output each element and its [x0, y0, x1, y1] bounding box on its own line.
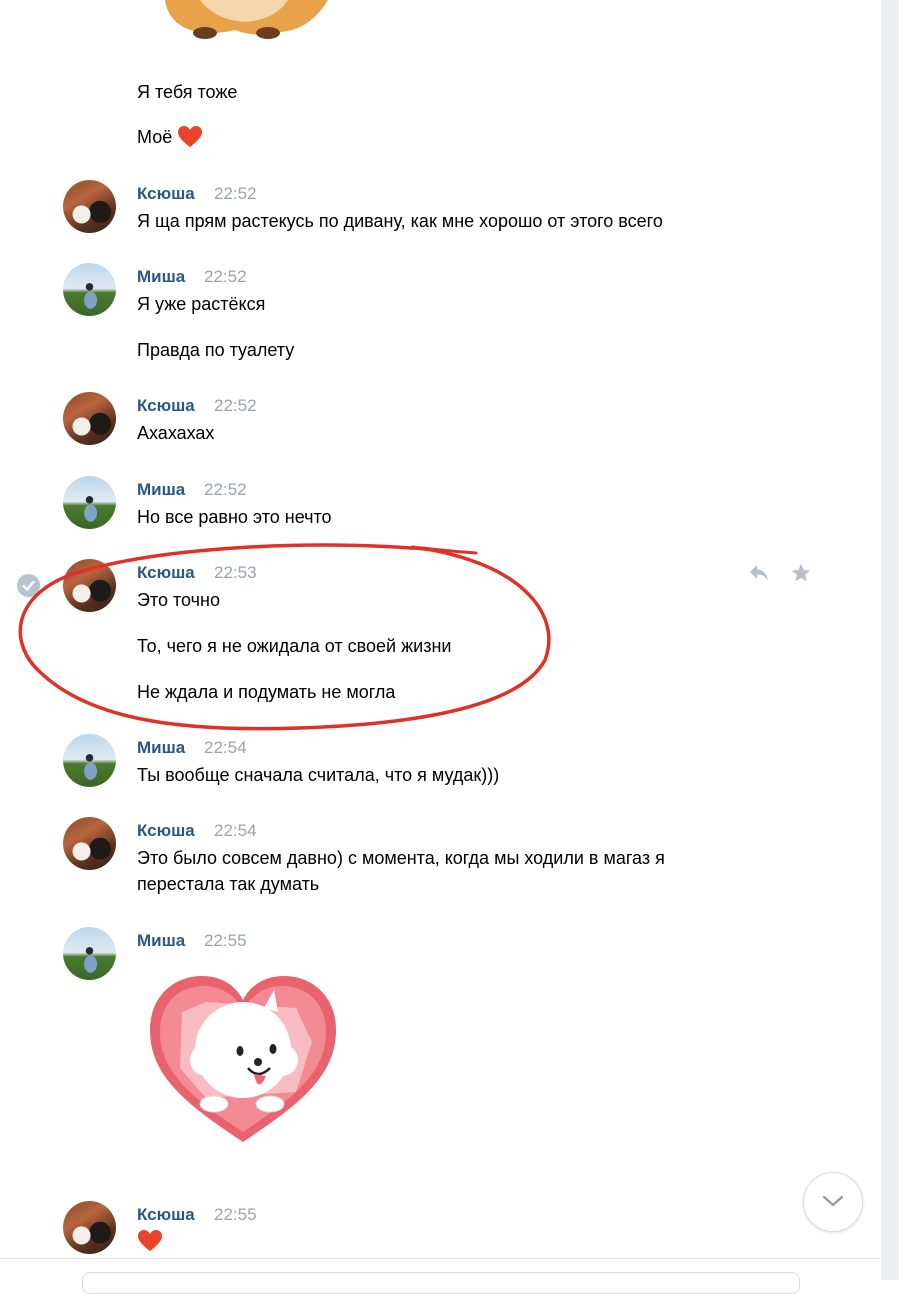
- divider: [0, 1258, 881, 1259]
- author-name[interactable]: Миша: [137, 267, 185, 287]
- avatar[interactable]: [63, 180, 116, 233]
- timestamp[interactable]: 22:52: [204, 480, 247, 500]
- message-text: Не ждала и подумать не могла: [137, 682, 396, 702]
- message-text: Ахахахах: [137, 423, 215, 443]
- timestamp[interactable]: 22:54: [204, 738, 247, 758]
- message-text: Моё: [137, 127, 173, 147]
- hamster-sticker-partial: [165, 0, 328, 39]
- timestamp[interactable]: 22:52: [214, 184, 257, 204]
- author-name[interactable]: Ксюша: [137, 821, 195, 841]
- timestamp[interactable]: 22:54: [214, 821, 257, 841]
- author-name[interactable]: Ксюша: [137, 396, 195, 416]
- message-text: Ты вообще сначала считала, что я мудак))…: [137, 765, 500, 785]
- timestamp[interactable]: 22:55: [214, 1205, 257, 1225]
- avatar[interactable]: [63, 476, 116, 529]
- avatar[interactable]: [63, 263, 116, 316]
- scrollbar[interactable]: [881, 0, 899, 1280]
- check-circle-icon[interactable]: [17, 574, 40, 597]
- author-name[interactable]: Миша: [137, 738, 185, 758]
- message-text: Это точно: [137, 590, 220, 610]
- message-text: Я ща прям растекусь по дивану, как мне х…: [137, 211, 663, 231]
- heart-icon: [138, 1230, 162, 1251]
- message-text: Правда по туалету: [137, 340, 295, 360]
- heart-icon: [178, 126, 203, 147]
- message-text: Это было совсем давно) с момента, когда …: [137, 848, 665, 868]
- message-input[interactable]: [82, 1272, 800, 1294]
- avatar[interactable]: [63, 817, 116, 870]
- avatar[interactable]: [63, 927, 116, 980]
- message-with-heart: Моё: [137, 124, 203, 150]
- author-name[interactable]: Ксюша: [137, 1205, 195, 1225]
- chevron-down-icon: [822, 1195, 844, 1207]
- message-text: То, чего я не ожидала от своей жизни: [137, 636, 452, 656]
- timestamp[interactable]: 22:52: [214, 396, 257, 416]
- white-dog-in-heart-sticker[interactable]: [146, 972, 340, 1148]
- message-text: Я уже растёкся: [137, 294, 266, 314]
- timestamp[interactable]: 22:55: [204, 931, 247, 951]
- message-text: Я тебя тоже: [137, 82, 238, 102]
- star-icon[interactable]: [790, 563, 812, 583]
- message-text: перестала так думать: [137, 874, 320, 894]
- avatar[interactable]: [63, 559, 116, 612]
- timestamp[interactable]: 22:52: [204, 267, 247, 287]
- avatar[interactable]: [63, 734, 116, 787]
- author-name[interactable]: Ксюша: [137, 184, 195, 204]
- reply-icon[interactable]: [748, 563, 770, 583]
- message-text: Но все равно это нечто: [137, 507, 332, 527]
- avatar[interactable]: [63, 1201, 116, 1254]
- author-name[interactable]: Миша: [137, 480, 185, 500]
- author-name[interactable]: Миша: [137, 931, 185, 951]
- author-name[interactable]: Ксюша: [137, 563, 195, 583]
- timestamp[interactable]: 22:53: [214, 563, 257, 583]
- scroll-down-button[interactable]: [803, 1172, 863, 1232]
- avatar[interactable]: [63, 392, 116, 445]
